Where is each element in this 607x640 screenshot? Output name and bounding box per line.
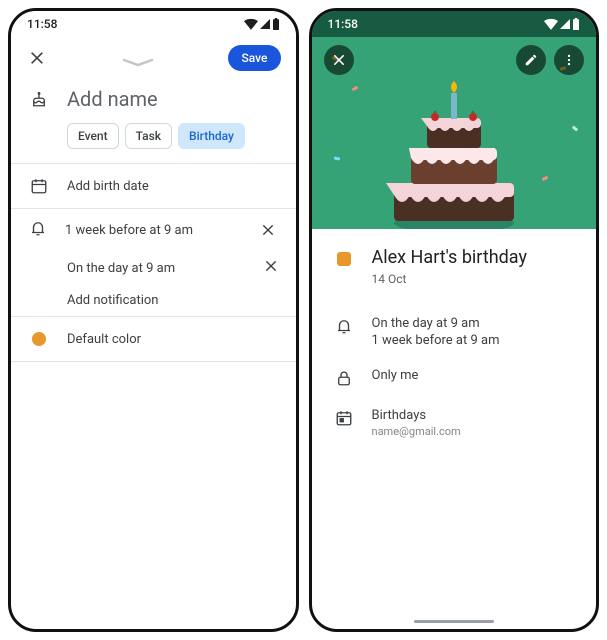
close-icon (261, 223, 275, 237)
birth-date-label: Add birth date (67, 179, 149, 194)
status-bar: 11:58 (312, 11, 597, 37)
color-swatch-icon (334, 247, 354, 267)
add-notification-label: Add notification (67, 293, 158, 308)
calendar-name: Birthdays (372, 408, 461, 423)
drag-handle-icon[interactable] (120, 53, 156, 63)
battery-icon (572, 18, 580, 30)
event-hero (312, 37, 597, 229)
calendar-account: name@gmail.com (372, 425, 461, 438)
close-icon (29, 50, 45, 66)
create-topbar: Save (11, 37, 296, 75)
confetti-icon (333, 157, 339, 161)
status-icons (544, 18, 580, 30)
lock-icon (334, 368, 354, 388)
event-date: 14 Oct (372, 272, 527, 286)
confetti-icon (572, 125, 579, 131)
reminder-row-2: On the day at 9 am (11, 251, 296, 285)
calendar-icon (334, 408, 354, 428)
calendar-row: Birthdays name@gmail.com (312, 398, 597, 448)
status-bar: 11:58 (11, 11, 296, 37)
reminder-1-label[interactable]: 1 week before at 9 am (65, 223, 240, 238)
wifi-icon (244, 18, 258, 30)
reminders-row: On the day at 9 am 1 week before at 9 am (312, 306, 597, 358)
close-icon (264, 259, 278, 273)
view-birthday-screen: 11:58 (309, 8, 600, 632)
chip-event[interactable]: Event (67, 123, 119, 149)
cellular-icon (560, 18, 570, 30)
more-vert-icon (562, 53, 576, 67)
add-notification-button[interactable]: Add notification (11, 285, 296, 316)
cellular-icon (260, 18, 270, 30)
details-section: On the day at 9 am 1 week before at 9 am… (312, 296, 597, 458)
confetti-icon (351, 86, 358, 92)
event-title: Alex Hart's birthday (372, 247, 527, 268)
color-label: Default color (67, 332, 141, 347)
chip-birthday[interactable]: Birthday (178, 123, 245, 149)
save-button[interactable]: Save (228, 45, 282, 71)
status-time: 11:58 (27, 17, 57, 31)
visibility-row: Only me (312, 358, 597, 398)
close-button[interactable] (324, 45, 354, 75)
home-indicator[interactable] (414, 620, 494, 623)
type-selector: Event Task Birthday (49, 123, 296, 163)
chip-task[interactable]: Task (125, 123, 172, 149)
divider (11, 361, 296, 362)
color-row[interactable]: Default color (11, 317, 296, 361)
reminder-line-2: 1 week before at 9 am (372, 333, 500, 348)
confetti-icon (542, 176, 549, 181)
bell-icon (29, 219, 47, 241)
reminder-row-1: 1 week before at 9 am (11, 209, 296, 251)
create-birthday-screen: 11:58 Save Add name Event Task Birthday … (8, 8, 299, 632)
birth-date-row[interactable]: Add birth date (11, 164, 296, 208)
name-input[interactable]: Add name (67, 87, 158, 111)
cake-illustration (379, 63, 529, 229)
reminder-2-label[interactable]: On the day at 9 am (67, 261, 264, 276)
reminder-line-1: On the day at 9 am (372, 316, 500, 331)
battery-icon (272, 18, 280, 30)
more-button[interactable] (554, 45, 584, 75)
remove-reminder-1[interactable] (258, 220, 278, 240)
color-swatch-icon (29, 329, 49, 349)
close-icon (332, 53, 346, 67)
name-row: Add name (11, 75, 296, 123)
calendar-icon (29, 176, 49, 196)
bell-icon (334, 316, 354, 336)
status-icons (244, 18, 280, 30)
wifi-icon (544, 18, 558, 30)
title-row: Alex Hart's birthday 14 Oct (312, 229, 597, 296)
remove-reminder-2[interactable] (264, 259, 278, 277)
visibility-label: Only me (372, 368, 419, 383)
close-button[interactable] (25, 46, 49, 70)
cake-icon (29, 89, 49, 109)
status-time: 11:58 (328, 17, 358, 31)
